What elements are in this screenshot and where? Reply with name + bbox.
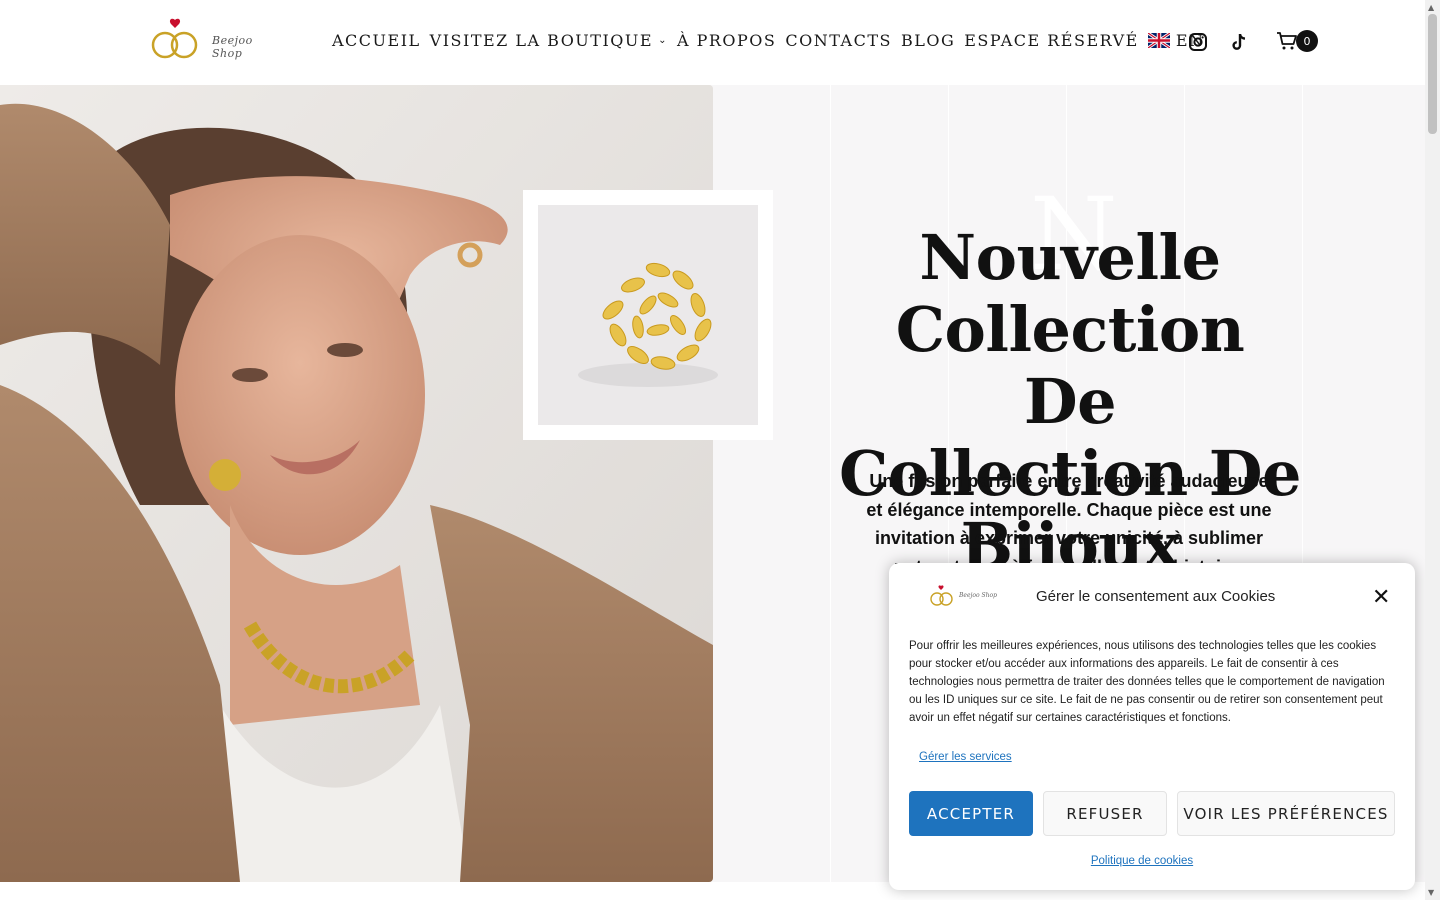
cookie-modal-title: Gérer le consentement aux Cookies [1036,588,1276,605]
header-icons: 0 [1186,30,1318,54]
nav-a-propos[interactable]: À PROPOS [677,31,776,50]
cart-button[interactable]: 0 [1276,30,1318,52]
hero-description: Une fusion parfaite entre créativité aud… [866,471,1272,567]
site-header: Beejoo Shop ACCUEIL VISITEZ LA BOUTIQUE … [0,0,1425,85]
scroll-down-icon[interactable]: ▼ [1428,888,1434,897]
accept-button[interactable]: ACCEPTER [909,791,1033,836]
view-preferences-button[interactable]: VOIR LES PRÉFÉRENCES [1177,791,1395,836]
manage-services-link[interactable]: Gérer les services [919,751,1012,763]
cookie-consent-modal: Beejoo Shop Gérer le consentement aux Co… [889,563,1415,890]
hero-title-line-2: De [1023,365,1117,438]
cookie-logo: Beejoo Shop [929,585,999,609]
nav-boutique-label: VISITEZ LA BOUTIQUE [429,31,654,50]
cookie-logo-text: Beejoo Shop [959,592,997,599]
cookie-policy-link[interactable]: Politique de cookies [889,855,1395,867]
tiktok-icon[interactable] [1227,30,1251,54]
hero-title-line-1: Nouvelle Collection [895,221,1245,366]
nav-espace-reserve[interactable]: ESPACE RÉSERVÉ [964,31,1139,50]
featured-product-frame[interactable] [523,190,773,440]
uk-flag-icon [1147,33,1170,48]
rings-logo-icon [151,18,198,59]
close-icon[interactable]: ✕ [1372,587,1390,609]
chevron-down-icon: ⌄ [658,35,668,46]
nav-boutique[interactable]: VISITEZ LA BOUTIQUE ⌄ [430,31,668,50]
logo-text: Beejoo Shop [212,34,253,60]
cookie-description: Pour offrir les meilleures expériences, … [909,640,1385,724]
cart-count-badge: 0 [1296,30,1318,52]
scroll-up-icon[interactable]: ▲ [1428,3,1434,12]
page-scrollbar[interactable]: ▲ ▼ [1425,0,1440,900]
main-nav: ACCUEIL VISITEZ LA BOUTIQUE ⌄ À PROPOS C… [332,31,1214,50]
nav-accueil[interactable]: ACCUEIL [332,31,421,50]
scrollbar-thumb[interactable] [1428,14,1437,134]
site-logo[interactable]: Beejoo Shop [150,18,285,64]
nav-contacts[interactable]: CONTACTS [785,31,892,50]
nav-blog[interactable]: BLOG [901,31,955,50]
refuse-button[interactable]: REFUSER [1043,791,1167,836]
gold-ring-product-image [538,205,758,425]
instagram-icon[interactable] [1186,30,1210,54]
rings-logo-icon [930,585,953,606]
cart-icon [1277,32,1297,50]
